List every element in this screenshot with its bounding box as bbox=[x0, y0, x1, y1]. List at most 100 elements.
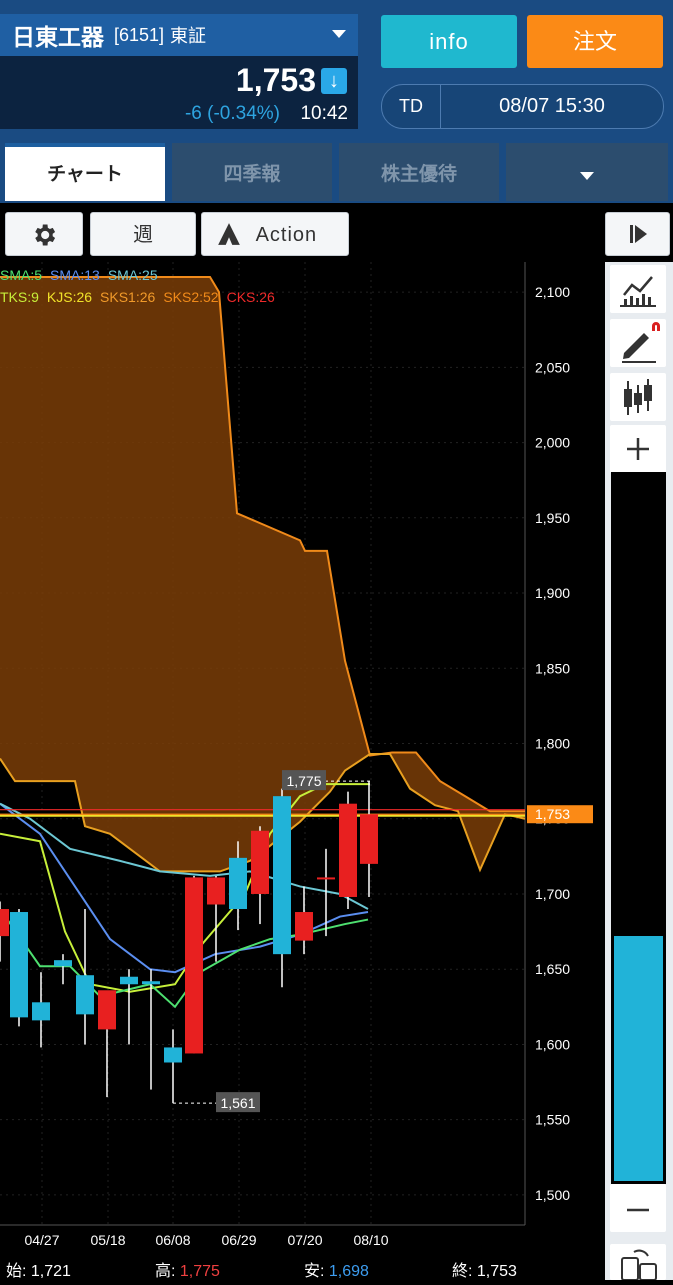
low-marker-label: 1,561 bbox=[220, 1095, 255, 1111]
candle-body bbox=[251, 830, 269, 894]
y-tick-label: 1,700 bbox=[535, 886, 570, 902]
stock-name: 日東工器 bbox=[12, 24, 104, 50]
high-marker-label: 1,775 bbox=[286, 773, 321, 789]
tab-chart[interactable]: チャート bbox=[5, 143, 165, 201]
ichimoku-cloud bbox=[0, 276, 526, 873]
date-axis: 04/27 05/18 06/08 06/29 07/20 08/10 bbox=[24, 1232, 388, 1248]
cloud-area bbox=[0, 277, 525, 872]
indicator-chart-button[interactable] bbox=[610, 265, 666, 313]
action-label: Action bbox=[255, 224, 318, 246]
y-tick-label: 1,600 bbox=[535, 1036, 570, 1052]
chart-toolbar: 週 Action bbox=[0, 205, 673, 263]
stock-summary[interactable]: 日東工器 [6151] 東証 1,753 ↓ -6 (-0.34%) 10:42 bbox=[0, 14, 360, 129]
settings-button[interactable] bbox=[5, 212, 83, 256]
candle-body bbox=[229, 857, 247, 910]
close-label: 終: bbox=[452, 1263, 473, 1280]
open-value: 1,721 bbox=[30, 1263, 71, 1280]
y-tick-label: 1,650 bbox=[535, 961, 570, 977]
ichimoku-legend-0: TKS:9 bbox=[0, 289, 39, 305]
low-value: 1,698 bbox=[328, 1263, 369, 1280]
tab-yutai[interactable]: 株主優待 bbox=[339, 143, 499, 201]
price-chart[interactable]: 1,775 1,561 2,100 2,050 2,000 1,950 1,900 1,85… bbox=[0, 262, 605, 1280]
high-label: 高: bbox=[155, 1263, 176, 1280]
zoom-slider[interactable] bbox=[611, 472, 666, 1184]
zoom-in-button[interactable] bbox=[610, 425, 666, 473]
candle-body bbox=[164, 1047, 182, 1063]
close-stat: 終: 1,753 bbox=[452, 1257, 517, 1281]
x-tick-label: 06/29 bbox=[221, 1232, 256, 1248]
ichimoku-legend-4: CKS:26 bbox=[226, 289, 275, 305]
candle-body bbox=[54, 960, 72, 967]
pencil-icon bbox=[622, 322, 660, 363]
stock-code: [6151] bbox=[114, 24, 165, 45]
x-tick-label: 06/08 bbox=[155, 1232, 190, 1248]
ichimoku-legend-2: SKS1:26 bbox=[100, 289, 156, 305]
price-axis: 2,1002,0502,0001,9501,9001,8501,8001,750… bbox=[527, 284, 593, 1203]
candle-body bbox=[295, 912, 313, 941]
tab-more[interactable] bbox=[506, 143, 668, 201]
td-label: TD bbox=[382, 85, 441, 128]
order-button[interactable]: 注文 bbox=[527, 15, 663, 68]
candle-body bbox=[142, 981, 160, 985]
y-tick-label: 2,000 bbox=[535, 435, 570, 451]
candle-body bbox=[339, 803, 357, 897]
td-datetime: 08/07 15:30 bbox=[499, 95, 605, 117]
chart-type-button[interactable] bbox=[610, 373, 666, 421]
x-tick-label: 04/27 bbox=[24, 1232, 59, 1248]
price-change: -6 (-0.34%) bbox=[184, 103, 280, 124]
low-label: 安: bbox=[304, 1263, 325, 1280]
indicator-legend-row2: TKS:9 KJS:26 SKS1:26 SKS2:52 CKS:26 bbox=[0, 289, 283, 305]
candle-body bbox=[185, 877, 203, 1054]
y-tick-label: 1,900 bbox=[535, 585, 570, 601]
trade-date-selector[interactable]: TD 08/07 15:30 bbox=[381, 84, 664, 129]
current-price-tag-label: 1,753 bbox=[535, 806, 570, 822]
info-button[interactable]: info bbox=[381, 15, 517, 68]
ohlc-bar: 始: 1,721 高: 1,775 安: 1,698 終: 1,753 bbox=[0, 1254, 605, 1280]
rotate-screen-icon bbox=[621, 1249, 657, 1281]
arrow-down-icon: ↓ bbox=[321, 68, 347, 94]
sma-legend-2: SMA:25 bbox=[107, 267, 158, 283]
chevron-down-icon bbox=[580, 172, 594, 180]
current-price: 1,753 bbox=[235, 62, 316, 98]
ichimoku-legend-1: KJS:26 bbox=[46, 289, 93, 305]
action-icon bbox=[218, 223, 240, 245]
indicator-legend-row1: SMA:5 SMA:13 SMA:25 bbox=[0, 267, 166, 283]
sma-legend-0: SMA:5 bbox=[0, 267, 43, 283]
y-tick-label: 1,800 bbox=[535, 736, 570, 752]
candle-body bbox=[273, 796, 291, 955]
y-tick-label: 1,950 bbox=[535, 510, 570, 526]
gear-icon bbox=[35, 224, 56, 246]
high-value: 1,775 bbox=[179, 1263, 220, 1280]
plus-icon bbox=[627, 438, 649, 460]
zoom-slider-fill[interactable] bbox=[614, 936, 663, 1181]
period-button[interactable]: 週 bbox=[90, 212, 196, 256]
tab-shikiho[interactable]: 四季報 bbox=[172, 143, 332, 201]
zoom-out-button[interactable] bbox=[610, 1184, 666, 1232]
candlestick-icon bbox=[624, 379, 652, 415]
stock-selector[interactable]: 日東工器 [6151] 東証 bbox=[0, 14, 358, 56]
drawing-tool-button[interactable] bbox=[610, 319, 666, 367]
y-tick-label: 1,550 bbox=[535, 1112, 570, 1128]
high-stat: 高: 1,775 bbox=[155, 1257, 220, 1281]
chevron-down-icon[interactable] bbox=[332, 30, 346, 38]
x-tick-label: 07/20 bbox=[287, 1232, 322, 1248]
candle-body bbox=[360, 814, 378, 864]
candle-body bbox=[317, 877, 335, 880]
low-stat: 安: 1,698 bbox=[304, 1257, 369, 1281]
price-panel: 1,753 ↓ -6 (-0.34%) 10:42 bbox=[0, 56, 358, 129]
open-label: 始: bbox=[6, 1263, 27, 1280]
y-tick-label: 1,500 bbox=[535, 1187, 570, 1203]
rotate-button[interactable] bbox=[610, 1244, 666, 1281]
y-tick-label: 1,850 bbox=[535, 660, 570, 676]
side-tool-panel bbox=[605, 262, 673, 1281]
x-tick-label: 05/18 bbox=[90, 1232, 125, 1248]
header-bar: 日東工器 [6151] 東証 1,753 ↓ -6 (-0.34%) 10:42… bbox=[0, 0, 673, 137]
action-button[interactable]: Action bbox=[201, 212, 349, 256]
y-tick-label: 2,050 bbox=[535, 359, 570, 375]
expand-panel-button[interactable] bbox=[605, 212, 670, 256]
candle-body bbox=[10, 912, 28, 1018]
tab-bar: チャート 四季報 株主優待 bbox=[0, 137, 673, 203]
candle-body bbox=[207, 877, 225, 905]
chart-canvas[interactable]: 1,775 1,561 2,100 2,050 2,000 1,950 1,900 1,85… bbox=[0, 262, 605, 1280]
sma-legend-1: SMA:13 bbox=[50, 267, 100, 283]
